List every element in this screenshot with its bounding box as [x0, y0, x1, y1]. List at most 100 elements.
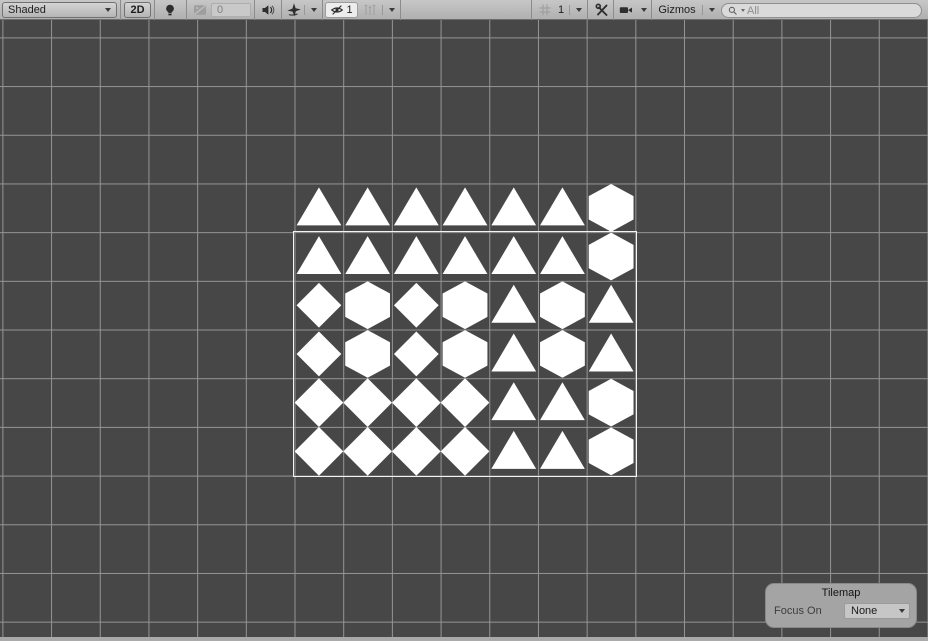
- tile-hexagon: [441, 330, 490, 379]
- gizmos-dropdown[interactable]: [705, 2, 718, 18]
- tile-diamond: [295, 281, 344, 330]
- 2d-toggle-button[interactable]: 2D: [124, 2, 151, 18]
- tile-triangle: [343, 232, 392, 281]
- scene-lighting-button[interactable]: [158, 2, 182, 18]
- tile-triangle: [441, 184, 490, 233]
- tile-hexagon: [587, 378, 636, 427]
- tile-triangle: [295, 184, 344, 233]
- tile-hexagon: [538, 281, 587, 330]
- toolbar-thin-separator: [304, 5, 305, 15]
- tile-hexagon: [587, 427, 636, 476]
- toolbar-separator: [281, 0, 282, 20]
- tile-hexagon: [587, 184, 636, 233]
- toolbar-separator: [651, 0, 652, 20]
- chevron-down-icon: [105, 8, 111, 12]
- tile-hexagon: [587, 232, 636, 281]
- tile-hexagon: [441, 281, 490, 330]
- effects-toggle-button[interactable]: [284, 2, 303, 18]
- 2d-label: 2D: [130, 2, 144, 18]
- bulb-icon: [162, 2, 178, 18]
- tile-diamond: [392, 330, 441, 379]
- toolbar-separator: [613, 0, 614, 20]
- tile-triangle: [392, 184, 441, 233]
- image-icon: [192, 2, 208, 18]
- focus-on-dropdown[interactable]: None: [844, 603, 910, 619]
- gizmos-button[interactable]: Gizmos: [655, 2, 699, 18]
- tilemap-focus-panel: Tilemap Focus On None: [765, 583, 917, 628]
- camera-settings-dropdown[interactable]: [637, 2, 650, 18]
- tile-diamond: [392, 281, 441, 330]
- panel-title: Tilemap: [766, 587, 916, 599]
- hash-grid-icon: [537, 2, 553, 18]
- component-tools-button[interactable]: [591, 2, 612, 18]
- effects-dropdown[interactable]: [307, 2, 320, 18]
- tile-triangle: [538, 378, 587, 427]
- tile-triangle: [538, 184, 587, 233]
- tile-triangle: [489, 427, 538, 476]
- focus-on-value: None: [851, 605, 877, 617]
- tile-triangle: [343, 184, 392, 233]
- tile-triangle: [489, 232, 538, 281]
- chevron-down-icon: [576, 8, 582, 12]
- chevron-down-icon: [709, 8, 715, 12]
- tile-diamond-large: [441, 378, 490, 427]
- chevron-down-icon: [389, 8, 395, 12]
- tile-diamond-large: [343, 378, 392, 427]
- exposure-value-field[interactable]: 0: [211, 3, 251, 17]
- tile-diamond-large: [392, 427, 441, 476]
- tile-triangle: [441, 232, 490, 281]
- grid-dropdown[interactable]: [572, 2, 585, 18]
- toolbar-thin-separator: [702, 5, 703, 15]
- focus-on-label: Focus On: [774, 605, 822, 617]
- tile-triangle: [538, 232, 587, 281]
- toolbar-separator: [154, 0, 155, 20]
- wrench-icon: [594, 2, 610, 18]
- tile-triangle: [587, 281, 636, 330]
- window-bottom-edge: [0, 637, 928, 641]
- tile-triangle: [489, 378, 538, 427]
- toolbar-separator: [400, 0, 401, 20]
- exposure-toggle[interactable]: [191, 2, 209, 18]
- tile-triangle: [489, 281, 538, 330]
- tile-diamond-large: [441, 427, 490, 476]
- tile-diamond-large: [295, 378, 344, 427]
- shading-mode-dropdown[interactable]: Shaded: [2, 2, 117, 18]
- toolbar-separator: [254, 0, 255, 20]
- magnifier-icon: [727, 5, 739, 17]
- hidden-objects-count: 1: [346, 2, 352, 18]
- shading-mode-label: Shaded: [8, 2, 46, 18]
- snap-settings-dropdown[interactable]: [385, 2, 398, 18]
- tile-diamond: [295, 330, 344, 379]
- chevron-down-icon: [311, 8, 317, 12]
- tile-hexagon: [343, 330, 392, 379]
- toolbar-separator: [531, 0, 532, 20]
- scene-toolbar: Shaded 2D 0: [0, 0, 928, 20]
- search-filter-dropdown-icon[interactable]: [741, 9, 745, 12]
- toolbar-separator: [587, 0, 588, 20]
- scene-view-canvas[interactable]: Tilemap Focus On None: [0, 20, 928, 641]
- tile-triangle: [489, 184, 538, 233]
- sparkle-icon: [286, 2, 302, 18]
- chevron-down-icon: [899, 609, 905, 613]
- snap-settings-button[interactable]: [360, 2, 380, 18]
- toolbar-separator: [186, 0, 187, 20]
- camera-icon: [618, 2, 634, 18]
- tile-hexagon: [538, 330, 587, 379]
- tilemap: [295, 184, 636, 476]
- exposure-value: 0: [217, 4, 223, 16]
- grid-visibility-button[interactable]: [536, 2, 554, 18]
- speaker-icon: [260, 2, 276, 18]
- tile-triangle: [392, 232, 441, 281]
- scene-search-box[interactable]: [721, 3, 922, 18]
- chevron-down-icon: [641, 8, 647, 12]
- camera-settings-button[interactable]: [616, 2, 636, 18]
- tile-diamond-large: [295, 427, 344, 476]
- scene-visibility-button[interactable]: 1: [325, 2, 358, 18]
- audio-toggle-button[interactable]: [257, 2, 279, 18]
- tile-triangle: [587, 330, 636, 379]
- toolbar-separator: [120, 0, 121, 20]
- toolbar-separator: [322, 0, 323, 20]
- eye-slash-icon: [330, 3, 344, 17]
- scene-search-input[interactable]: [747, 4, 915, 17]
- grid-axis-count: 1: [556, 2, 566, 18]
